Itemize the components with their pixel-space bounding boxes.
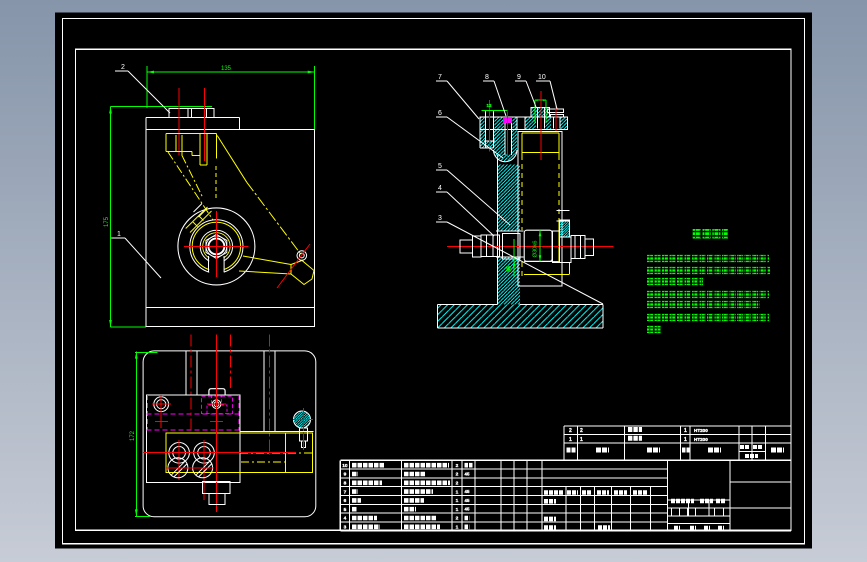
svg-text:175: 175 (104, 216, 110, 227)
svg-text:7: 7 (344, 489, 347, 495)
svg-text:1: 1 (684, 428, 687, 434)
svg-text:1: 1 (456, 489, 459, 495)
svg-text:2: 2 (569, 428, 572, 434)
svg-text:45: 45 (465, 489, 470, 494)
svg-text:3: 3 (438, 215, 442, 222)
svg-text:9: 9 (517, 74, 521, 81)
svg-text:45: 45 (465, 498, 470, 503)
svg-text:1: 1 (456, 507, 459, 513)
svg-text:4: 4 (438, 185, 442, 192)
svg-text:135: 135 (221, 66, 232, 72)
svg-text:2: 2 (456, 516, 459, 522)
svg-text:1: 1 (456, 525, 459, 531)
svg-text:9: 9 (344, 472, 347, 478)
svg-text:2: 2 (456, 481, 459, 487)
svg-text:172: 172 (130, 430, 136, 441)
svg-text:45: 45 (465, 471, 470, 476)
svg-text:HT200: HT200 (694, 437, 708, 442)
svg-text:2: 2 (456, 472, 459, 478)
svg-text:12: 12 (486, 103, 492, 108)
svg-text:4: 4 (344, 516, 347, 522)
svg-text:1: 1 (569, 437, 572, 443)
svg-text:2: 2 (580, 428, 583, 434)
svg-text:2: 2 (121, 64, 125, 71)
svg-text:2: 2 (456, 463, 459, 469)
svg-text:5: 5 (438, 163, 442, 170)
svg-text:10: 10 (538, 74, 546, 81)
svg-text:8: 8 (485, 74, 489, 81)
svg-text:1: 1 (456, 498, 459, 504)
svg-text:7: 7 (438, 74, 442, 81)
svg-text:6: 6 (344, 498, 347, 504)
svg-text:35: 35 (507, 266, 513, 272)
svg-text:10: 10 (342, 463, 348, 469)
svg-text:3: 3 (344, 525, 347, 531)
svg-text:HT200: HT200 (694, 428, 708, 433)
svg-text:Ø30k6: Ø30k6 (533, 240, 539, 257)
svg-text:5: 5 (344, 507, 347, 513)
svg-text:1: 1 (117, 231, 121, 238)
svg-text:6: 6 (438, 110, 442, 117)
svg-text:45: 45 (465, 507, 470, 512)
svg-text:1: 1 (580, 437, 583, 443)
svg-text:1: 1 (684, 437, 687, 443)
svg-text:8: 8 (344, 481, 347, 487)
